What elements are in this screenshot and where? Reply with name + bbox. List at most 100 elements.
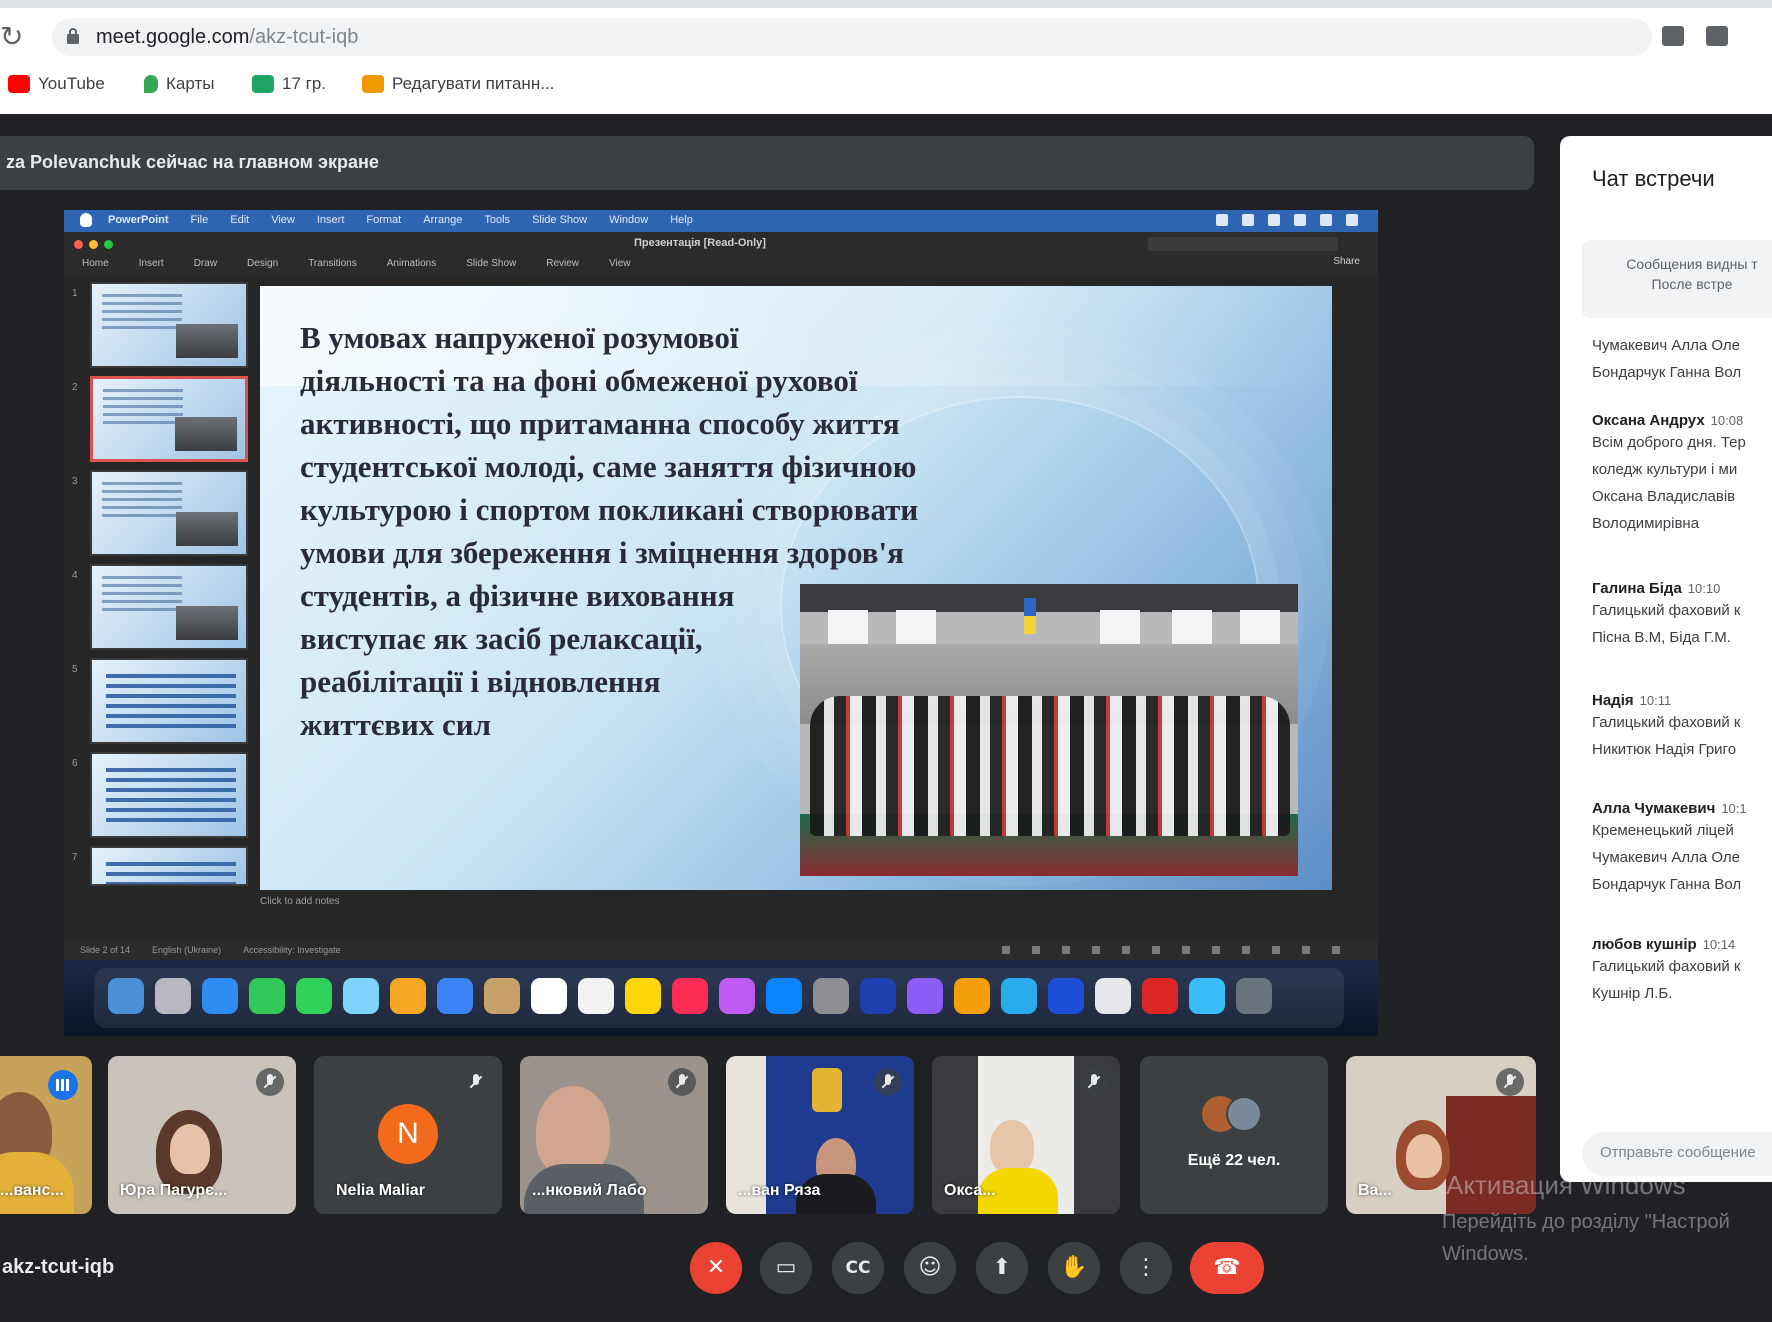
youtube-icon (8, 75, 30, 93)
bookmark-youtube[interactable]: YouTube (8, 72, 105, 96)
calendar-icon (531, 978, 567, 1014)
participant-tile[interactable]: Юра Пагурє... (108, 1056, 296, 1214)
slide-thumbnail (90, 564, 248, 650)
slide-thumbnail (90, 752, 248, 838)
more-vert-icon: ⋮ (1135, 1255, 1157, 1280)
slide-text-line: культурою і спортом покликані створювати (300, 492, 919, 527)
photos-icon (390, 978, 426, 1014)
more-participants-tile[interactable]: Ещё 22 чел. (1140, 1056, 1328, 1214)
captions-icon: CC (845, 1258, 871, 1278)
participant-tile[interactable]: ...нковий Лабо (520, 1056, 708, 1214)
raise-hand-button[interactable]: ✋ (1048, 1242, 1100, 1294)
zoom-dot-icon (104, 240, 113, 249)
ribbon-tab: Home (82, 258, 109, 269)
music-icon (672, 978, 708, 1014)
doc-title: Презентація [Read-Only] (634, 237, 766, 249)
lock-icon (67, 28, 79, 44)
people-icon (362, 75, 384, 93)
captions-button[interactable]: CC (832, 1242, 884, 1294)
bookmark-maps[interactable]: Карты (144, 72, 214, 96)
ribbon-tab: Review (546, 258, 580, 269)
camera-button[interactable]: ▭ (760, 1242, 812, 1294)
bookmark-edit-questions[interactable]: Редагувати питанн... (362, 72, 554, 96)
present-button[interactable]: ⬆ (976, 1242, 1028, 1294)
menu-items: PowerPoint File Edit View Insert Format Arrang… (108, 214, 693, 226)
participant-tile[interactable]: ...ван Ряза (726, 1056, 914, 1214)
bookmark-17gr[interactable]: 17 гр. (252, 72, 326, 96)
mic-off-icon (874, 1068, 902, 1096)
thumbnail-number: 2 (72, 382, 78, 393)
mic-off-icon (1496, 1068, 1524, 1096)
classroom-icon (252, 75, 274, 93)
chat-message-text: Оксана Владиславів (1592, 488, 1736, 505)
chat-message: Алла Чумакевич 10:1 Кременецький ліцей Чума… (1592, 800, 1772, 898)
chat-message: Надія 10:11 Галицький фаховий к Никитюк Над… (1592, 692, 1772, 763)
participant-name: Окса... (944, 1182, 996, 1199)
emoji-button[interactable]: ☺ (904, 1242, 956, 1294)
viber-icon (907, 978, 943, 1014)
slide-thumbnail (90, 376, 248, 462)
chat-message-text: Никитюк Надія Григо (1592, 741, 1737, 758)
more-options-button[interactable]: ⋮ (1120, 1242, 1172, 1294)
tab-strip (0, 0, 1772, 8)
ppt-status-bar: Slide 2 of 14 English (Ukraine) Accessib… (64, 940, 1378, 960)
chat-message-text: Галицький фаховий к (1592, 958, 1741, 975)
group-of-students (810, 696, 1290, 836)
presenting-text: za Polevanchuk сейчас на главном экране (6, 152, 379, 172)
chat-message: Чумакевич Алла Оле Бондарчук Ганна Вол (1592, 332, 1772, 386)
camera-in-use-icon[interactable] (1662, 26, 1684, 46)
chat-timestamp: 10:11 (1639, 693, 1672, 708)
mac-menu-item: Format (366, 214, 402, 226)
translate-icon[interactable] (1706, 26, 1728, 46)
mac-menu-item: Slide Show (532, 214, 588, 226)
chat-timestamp: 10:08 (1710, 413, 1744, 428)
shared-screen: PowerPoint File Edit View Insert Format Arrang… (64, 210, 1378, 1036)
participant-tile[interactable]: Окса... (932, 1056, 1120, 1214)
participant-tile[interactable]: ...ванс... (0, 1056, 92, 1214)
mac-menu-item: Help (670, 214, 693, 226)
chat-message: Оксана Андрух 10:08 Всім доброго дня. Тер к… (1592, 412, 1772, 537)
chat-message-text: Бондарчук Ганна Вол (1592, 876, 1742, 893)
map-pin-icon (144, 75, 158, 93)
chat-message-text: Володимирівна (1592, 515, 1700, 532)
mic-off-icon (462, 1068, 490, 1096)
menubar-status-icons (1216, 214, 1358, 226)
chat-sender: Алла Чумакевич 10:1 (1592, 800, 1747, 817)
coat-of-arms-icon (812, 1068, 842, 1112)
participant-tile[interactable]: N Nelia Maliar (314, 1056, 502, 1214)
slide-thumbnail (90, 282, 248, 368)
mic-off-icon (256, 1068, 284, 1096)
apple-icon (80, 213, 92, 227)
participant-name: Юра Пагурє... (120, 1182, 228, 1199)
chat-message-text: Бондарчук Ганна Вол (1592, 364, 1742, 381)
reload-icon[interactable]: ↻ (0, 20, 30, 54)
bookmarks-bar: YouTube Карты 17 гр. Редагувати питанн..… (0, 66, 800, 102)
launchpad-icon (155, 978, 191, 1014)
address-bar[interactable]: meet.google.com/akz-tcut-iqb (52, 18, 1652, 56)
ribbon-tab: Slide Show (466, 258, 517, 269)
slide-text-line: діяльності та на фоні обмеженої рухової (300, 363, 858, 398)
ppt-search (1148, 237, 1338, 251)
mac-menu-item: Edit (230, 214, 250, 226)
chat-message-text: Всім доброго дня. Тер (1592, 434, 1746, 451)
chat-sender: Галина Біда 10:10 (1592, 580, 1721, 597)
phone-hangup-icon: ☎ (1213, 1255, 1241, 1280)
ribbon-tab: Draw (193, 258, 218, 269)
camera-icon: ▭ (775, 1255, 797, 1280)
contacts-icon (484, 978, 520, 1014)
mac-menu-item: Insert (316, 214, 345, 226)
mic-off-icon (668, 1068, 696, 1096)
language-status: English (Ukraine) (152, 945, 222, 955)
finder-icon (108, 978, 144, 1014)
slide-thumbnail (90, 470, 248, 556)
app-icon (1095, 978, 1131, 1014)
leave-call-button[interactable]: ☎ (1190, 1242, 1264, 1294)
mac-menu-item: Tools (484, 214, 511, 226)
slide-thumbnails: 1 2 3 4 5 6 7 (64, 276, 248, 940)
safari-icon (202, 978, 238, 1014)
chat-message: Галина Біда 10:10 Галицький фаховий к Пісна… (1592, 580, 1772, 651)
windows-activation-title: Активация Windows (1446, 1170, 1686, 1200)
mic-off-button[interactable]: ✕ (690, 1242, 742, 1294)
chat-message-text: коледж культури і ми (1592, 461, 1738, 478)
chat-message-text: Чумакевич Алла Оле (1592, 337, 1741, 354)
